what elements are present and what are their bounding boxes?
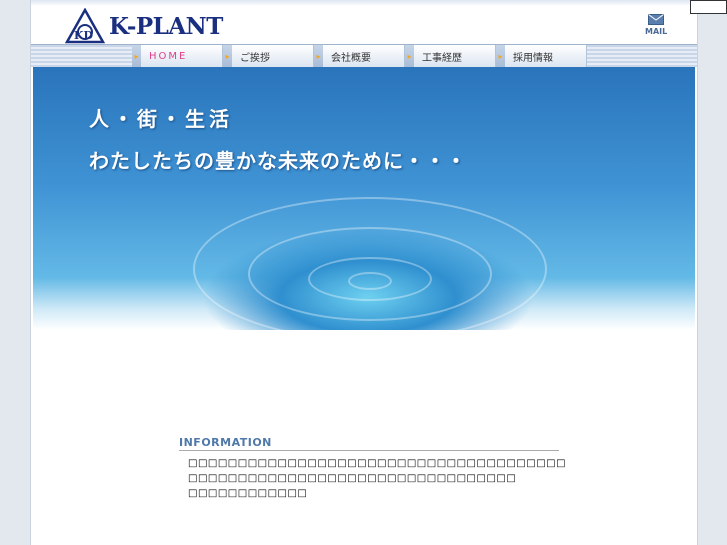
logo-text: K-PLANT <box>109 13 223 40</box>
arrow-icon: ▸ <box>314 45 323 67</box>
corner-box <box>690 0 727 14</box>
nav-label: HOME <box>149 50 188 62</box>
nav-label: 会社概要 <box>331 52 371 64</box>
hero-tagline: 人・街・生活 <box>89 107 233 131</box>
hero-banner: 人・街・生活 わたしたちの豊かな未来のために・・・ <box>33 67 695 330</box>
mail-label: MAIL <box>645 27 668 36</box>
nav-greeting[interactable]: ▸ ご挨拶 <box>223 45 314 67</box>
top-bar <box>31 0 697 6</box>
mail-link[interactable]: MAIL <box>645 14 667 36</box>
hero-subtitle: わたしたちの豊かな未来のために・・・ <box>89 149 467 173</box>
page-container: KD K-PLANT MAIL ▸ HOME ▸ ご挨拶 ▸ 会社概要 ▸ 工事経歴 ▸… <box>30 0 698 545</box>
nav-label: 採用情報 <box>513 52 553 64</box>
nav-home[interactable]: ▸ HOME <box>132 45 223 67</box>
nav-recruit[interactable]: ▸ 採用情報 <box>496 45 587 67</box>
mail-icon <box>648 14 664 25</box>
arrow-icon: ▸ <box>223 45 232 67</box>
arrow-icon: ▸ <box>132 45 141 67</box>
main-nav: ▸ HOME ▸ ご挨拶 ▸ 会社概要 ▸ 工事経歴 ▸ 採用情報 <box>31 44 697 67</box>
arrow-icon: ▸ <box>405 45 414 67</box>
information-title: INFORMATION <box>179 436 559 451</box>
information-line: □□□□□□□□□□□□□□□□□□□□□□□□□□□□□□□□□ <box>188 473 517 484</box>
nav-works[interactable]: ▸ 工事経歴 <box>405 45 496 67</box>
information-line: □□□□□□□□□□□□ <box>188 488 308 499</box>
nav-label: 工事経歴 <box>422 52 462 64</box>
arrow-icon: ▸ <box>496 45 505 67</box>
nav-label: ご挨拶 <box>240 52 270 64</box>
information-section: INFORMATION □□□□□□□□□□□□□□□□□□□□□□□□□□□□… <box>179 436 567 501</box>
svg-text:KD: KD <box>74 29 94 42</box>
information-line: □□□□□□□□□□□□□□□□□□□□□□□□□□□□□□□□□□□□□□ <box>188 458 567 469</box>
nav-company[interactable]: ▸ 会社概要 <box>314 45 405 67</box>
logo[interactable]: KD K-PLANT <box>65 8 223 44</box>
k-plant-logo-icon: KD <box>65 8 105 44</box>
